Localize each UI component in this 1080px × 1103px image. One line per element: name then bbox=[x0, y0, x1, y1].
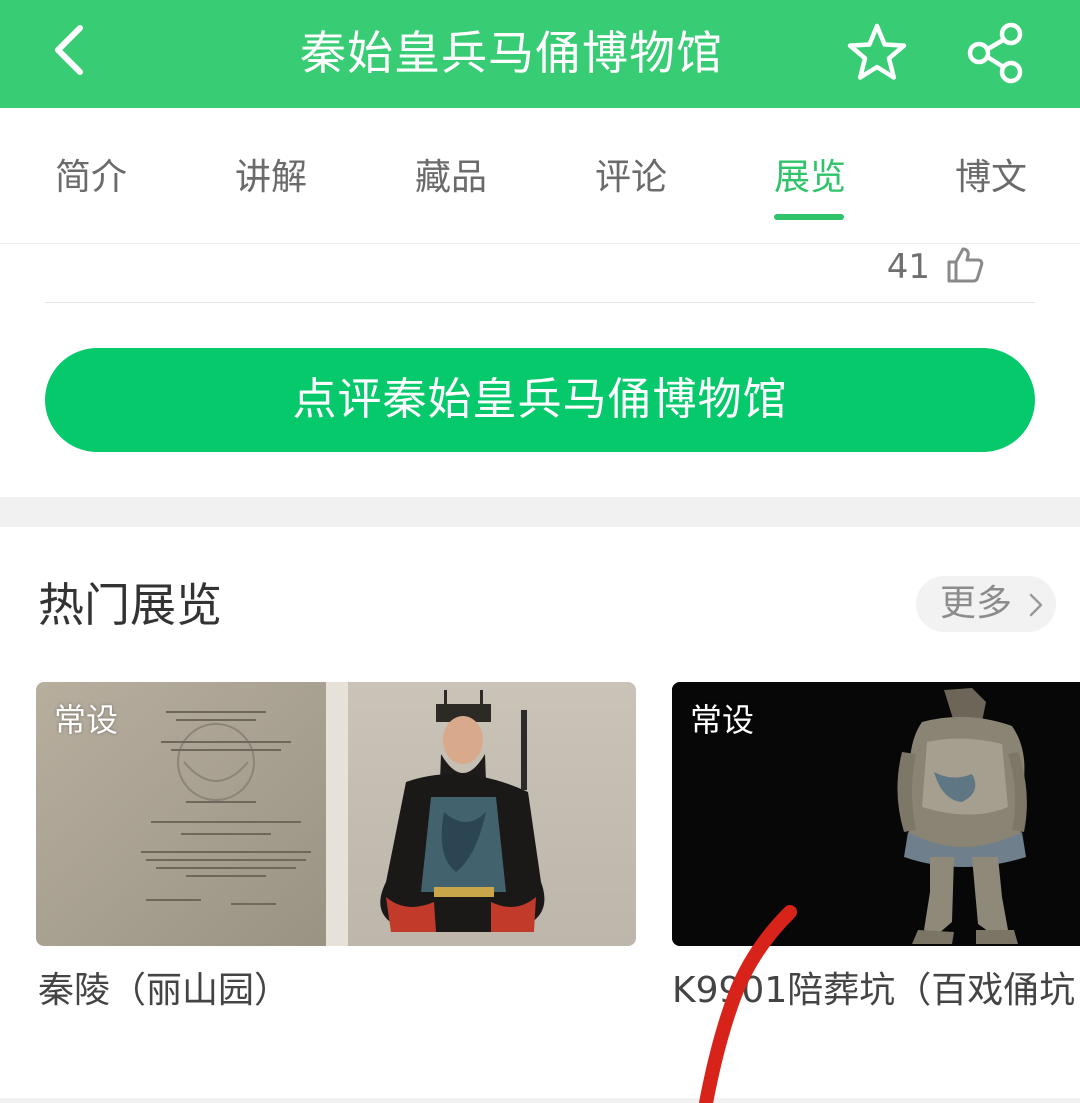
section-title: 热门展览 bbox=[38, 578, 222, 632]
tab-comments[interactable]: 评论 bbox=[595, 148, 667, 208]
permanent-badge: 常设 bbox=[690, 701, 755, 739]
exhibition-title[interactable]: K9901陪葬坑（百戏俑坑 bbox=[672, 965, 1075, 1017]
back-button[interactable] bbox=[40, 20, 100, 80]
thumbs-up-icon bbox=[947, 247, 984, 283]
tab-intro[interactable]: 简介 bbox=[55, 148, 127, 208]
tab-collection[interactable]: 藏品 bbox=[415, 148, 487, 208]
top-app-bar: 秦始皇兵马俑博物馆 bbox=[0, 0, 1080, 108]
exhibition-card[interactable]: 常设 bbox=[672, 682, 1080, 946]
section-divider bbox=[0, 497, 1080, 527]
bottom-divider bbox=[0, 1098, 1080, 1103]
tab-exhibitions[interactable]: 展览 bbox=[774, 148, 846, 208]
more-label: 更多 bbox=[940, 583, 1013, 624]
share-button[interactable] bbox=[965, 22, 1025, 84]
page-title: 秦始皇兵马俑博物馆 bbox=[300, 26, 723, 80]
exhibition-title[interactable]: 秦陵（丽山园） bbox=[38, 965, 290, 1017]
star-icon bbox=[847, 23, 907, 80]
like-count: 41 bbox=[886, 247, 930, 287]
tab-bar: 简介 讲解 藏品 评论 展览 博文 bbox=[0, 108, 1080, 244]
exhibition-image bbox=[36, 682, 636, 946]
chevron-left-icon bbox=[55, 25, 83, 75]
museum-page: 秦始皇兵马俑博物馆 简介 讲解 藏品 评论 展览 博文 41 点评秦始皇兵马俑博… bbox=[0, 0, 1080, 1103]
write-review-button[interactable]: 点评秦始皇兵马俑博物馆 bbox=[45, 348, 1035, 452]
share-icon bbox=[967, 22, 1023, 84]
chevron-right-icon bbox=[1029, 593, 1043, 617]
like-button[interactable] bbox=[945, 245, 985, 285]
tab-guide[interactable]: 讲解 bbox=[235, 148, 307, 208]
permanent-badge: 常设 bbox=[54, 701, 119, 739]
exhibition-card[interactable]: 常设 bbox=[36, 682, 636, 946]
favorite-button[interactable] bbox=[846, 22, 908, 84]
tab-blog[interactable]: 博文 bbox=[955, 148, 1027, 208]
more-button[interactable]: 更多 bbox=[916, 576, 1056, 632]
comment-footer: 41 bbox=[45, 245, 1035, 303]
active-tab-indicator bbox=[774, 214, 844, 220]
